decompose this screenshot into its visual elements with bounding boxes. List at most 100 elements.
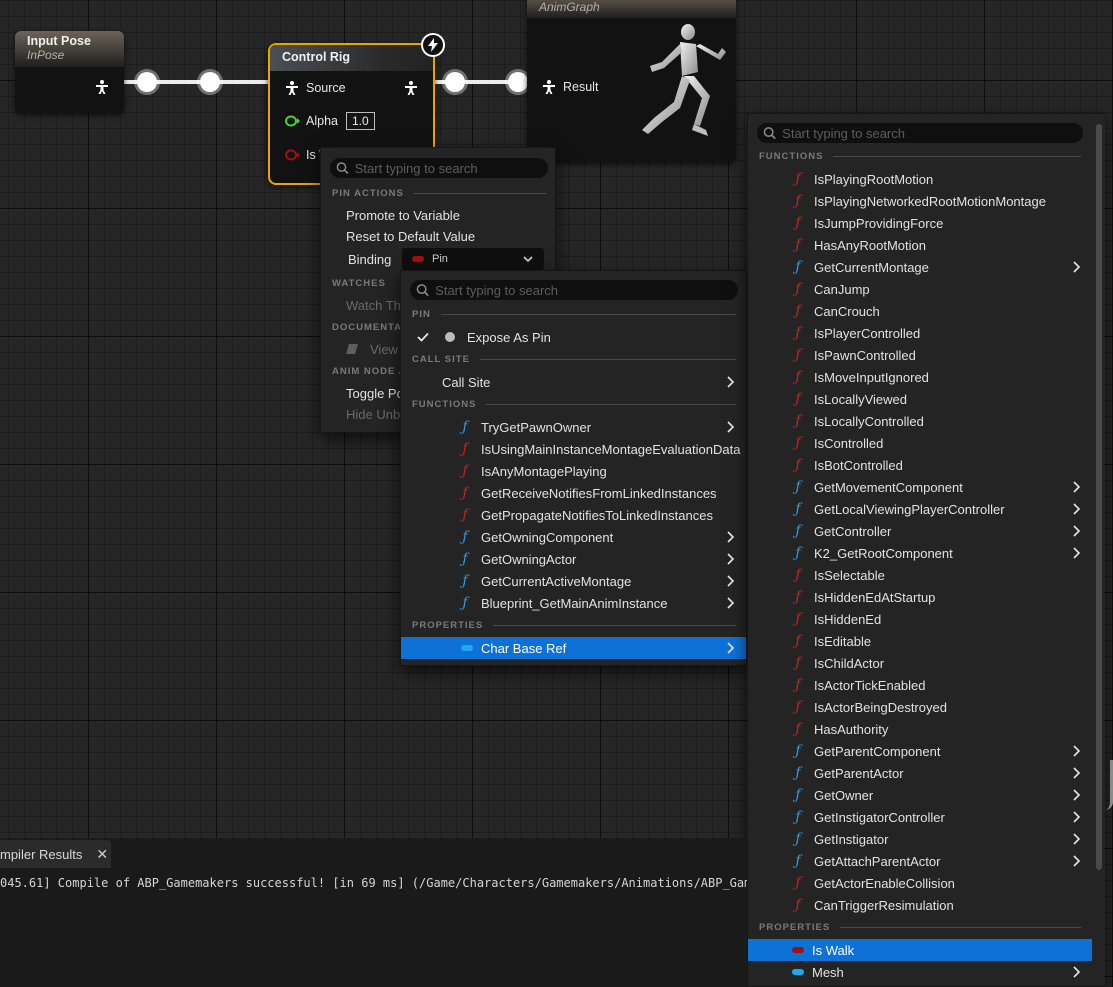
chevron-right-icon: [727, 575, 735, 587]
function-item[interactable]: ƒ IsBotControlled: [748, 454, 1092, 476]
mannequin-preview-icon: [642, 24, 726, 136]
function-item[interactable]: ƒ IsMoveInputIgnored: [748, 366, 1092, 388]
function-label: GetAttachParentActor: [814, 853, 941, 869]
search-input[interactable]: [782, 125, 1083, 141]
pin-menu-search[interactable]: [330, 158, 548, 178]
impure-function-icon: ƒ: [795, 369, 801, 385]
function-item[interactable]: ƒ GetParentComponent: [748, 740, 1092, 762]
promote-to-variable-item[interactable]: Promote to Variable: [346, 204, 460, 226]
function-item[interactable]: ƒ K2_GetRootComponent: [748, 542, 1092, 564]
function-item[interactable]: ƒ HasAnyRootMotion: [748, 234, 1092, 256]
function-item[interactable]: ƒ IsHiddenEd: [748, 608, 1092, 630]
function-label: GetMovementComponent: [814, 479, 963, 495]
watch-item[interactable]: Watch Th: [346, 294, 401, 316]
function-item[interactable]: ƒ GetOwningComponent: [401, 526, 746, 548]
function-item[interactable]: ƒ CanJump: [748, 278, 1092, 300]
wire-knot[interactable]: [508, 72, 528, 92]
chevron-right-icon: [1073, 547, 1081, 559]
pure-function-icon: ƒ: [462, 419, 468, 435]
chevron-right-icon: [1073, 525, 1081, 537]
pure-function-icon: ƒ: [795, 853, 801, 869]
binding-label: Binding: [348, 251, 392, 267]
binding-menu: PIN Expose As Pin CALL SITE Call Site FU…: [400, 270, 747, 666]
function-label: GetParentComponent: [814, 743, 941, 759]
chevron-right-icon: [1073, 966, 1081, 978]
function-item[interactable]: ƒ Blueprint_GetMainAnimInstance: [401, 592, 746, 614]
function-item[interactable]: ƒ GetCurrentMontage: [748, 256, 1092, 278]
impure-function-icon: ƒ: [795, 347, 801, 363]
function-item[interactable]: ƒ GetController: [748, 520, 1092, 542]
impure-function-icon: ƒ: [795, 435, 801, 451]
function-item[interactable]: ƒ IsActorBeingDestroyed: [748, 696, 1092, 718]
function-label: IsControlled: [814, 435, 884, 451]
menu-scrollbar[interactable]: [1096, 124, 1102, 870]
property-item[interactable]: Is Walk: [748, 939, 1092, 961]
function-item[interactable]: ƒ IsPlayerControlled: [748, 322, 1092, 344]
expose-as-pin-item[interactable]: Expose As Pin: [417, 326, 551, 348]
function-item[interactable]: ƒ GetMovementComponent: [748, 476, 1092, 498]
function-item[interactable]: ƒ GetParentActor: [748, 762, 1092, 784]
function-item[interactable]: ƒ TryGetPawnOwner: [401, 416, 746, 438]
result-pin[interactable]: Result: [541, 79, 598, 95]
wire-knot[interactable]: [445, 72, 465, 92]
char-base-ref-menu: FUNCTIONS ƒ IsPlayingRootMotion ƒ IsPlaying…: [747, 113, 1105, 987]
function-item[interactable]: ƒ IsLocallyControlled: [748, 410, 1092, 432]
binding-dropdown[interactable]: Pin: [402, 248, 544, 270]
function-item[interactable]: ƒ IsUsingMainInstanceMontageEvaluationDat…: [401, 438, 746, 460]
property-item[interactable]: Mesh: [748, 961, 1092, 983]
output-pose-node[interactable]: AnimGraph Result: [527, 0, 736, 162]
close-icon[interactable]: ✕: [96, 846, 108, 863]
search-input[interactable]: [354, 160, 548, 176]
function-item[interactable]: ƒ CanTriggerResimulation: [748, 894, 1092, 916]
section-header: PROPERTIES: [412, 620, 736, 631]
property-item[interactable]: Char Base Ref: [401, 637, 746, 659]
function-item[interactable]: ƒ GetAttachParentActor: [748, 850, 1092, 872]
function-item[interactable]: ƒ GetCurrentActiveMontage: [401, 570, 746, 592]
function-item[interactable]: ƒ GetInstigator: [748, 828, 1092, 850]
function-item[interactable]: ƒ GetOwningActor: [401, 548, 746, 570]
impure-function-icon: ƒ: [795, 633, 801, 649]
compiler-results-tab[interactable]: mpiler Results ✕: [0, 840, 111, 868]
source-pin[interactable]: Source: [284, 80, 346, 96]
wire-knot[interactable]: [200, 72, 220, 92]
alpha-pin[interactable]: Alpha 1.0: [284, 112, 375, 130]
function-item[interactable]: ƒ GetLocalViewingPlayerController: [748, 498, 1092, 520]
function-item[interactable]: ƒ GetActorEnableCollision: [748, 872, 1092, 894]
function-label: Blueprint_GetMainAnimInstance: [481, 595, 668, 611]
function-item[interactable]: ƒ IsSelectable: [748, 564, 1092, 586]
function-item[interactable]: ƒ IsControlled: [748, 432, 1092, 454]
char-menu-search[interactable]: [757, 123, 1083, 143]
function-label: IsPawnControlled: [814, 347, 916, 363]
alpha-value-input[interactable]: 1.0: [345, 112, 375, 130]
pose-pin-icon[interactable]: [94, 79, 110, 98]
search-input[interactable]: [435, 282, 738, 298]
wire-knot[interactable]: [137, 72, 157, 92]
function-item[interactable]: ƒ IsPlayingNetworkedRootMotionMontage: [748, 190, 1092, 212]
function-item[interactable]: ƒ IsPawnControlled: [748, 344, 1092, 366]
function-item[interactable]: ƒ IsHiddenEdAtStartup: [748, 586, 1092, 608]
view-documentation-item[interactable]: View: [346, 338, 398, 360]
function-item[interactable]: ƒ CanCrouch: [748, 300, 1092, 322]
pose-output-pin-icon[interactable]: [403, 80, 419, 99]
function-item[interactable]: ƒ GetInstigatorController: [748, 806, 1092, 828]
binding-menu-search[interactable]: [410, 280, 738, 300]
function-item[interactable]: ƒ GetOwner: [748, 784, 1092, 806]
function-item[interactable]: ƒ HasAuthority: [748, 718, 1092, 740]
call-site-item[interactable]: Call Site: [401, 371, 746, 393]
toggle-pose-item[interactable]: Toggle Po: [346, 382, 404, 404]
function-item[interactable]: ƒ IsLocallyViewed: [748, 388, 1092, 410]
function-item[interactable]: ƒ IsJumpProvidingForce: [748, 212, 1092, 234]
function-item[interactable]: ƒ IsAnyMontagePlaying: [401, 460, 746, 482]
tab-label: mpiler Results: [0, 846, 83, 862]
hide-unbound-item[interactable]: Hide Unb: [346, 403, 400, 425]
function-item[interactable]: ƒ IsChildActor: [748, 652, 1092, 674]
function-item[interactable]: ƒ IsPlayingRootMotion: [748, 168, 1092, 190]
function-label: CanJump: [814, 281, 870, 297]
function-item[interactable]: ƒ GetPropagateNotifiesToLinkedInstances: [401, 504, 746, 526]
function-item[interactable]: ƒ IsEditable: [748, 630, 1092, 652]
input-pose-node[interactable]: Input Pose InPose: [15, 31, 124, 113]
function-item[interactable]: ƒ GetReceiveNotifiesFromLinkedInstances: [401, 482, 746, 504]
reset-default-item[interactable]: Reset to Default Value: [346, 225, 475, 247]
function-item[interactable]: ƒ IsActorTickEnabled: [748, 674, 1092, 696]
compiler-results-panel: [0, 838, 747, 987]
